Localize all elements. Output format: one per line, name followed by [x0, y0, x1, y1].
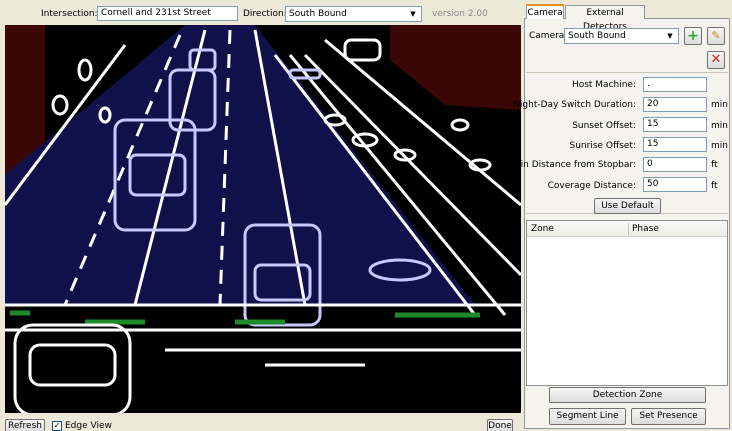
min-distance-unit: ft [711, 160, 718, 170]
column-divider [628, 223, 629, 235]
column-header-phase[interactable]: Phase [632, 223, 659, 235]
tab-external-detectors[interactable]: External Detectors [565, 5, 645, 32]
done-button[interactable]: Done [487, 419, 513, 431]
zone-phase-table[interactable]: Zone Phase [526, 220, 728, 386]
edit-camera-button[interactable]: ✎ [707, 27, 725, 45]
sunrise-offset-label: Sunrise Offset: [569, 141, 636, 151]
coverage-distance-input[interactable]: 50 [643, 177, 707, 192]
sunset-offset-unit: min [711, 121, 728, 131]
table-header: Zone Phase [527, 221, 727, 237]
camera-select-value: South Bound [568, 31, 626, 41]
edge-view-label: Edge View [65, 421, 112, 431]
checkbox-check-icon: ✓ [53, 421, 61, 430]
host-machine-label: Host Machine: [571, 80, 636, 90]
segment-line-button[interactable]: Segment Line [549, 408, 626, 425]
sunset-offset-input[interactable]: 15 [643, 117, 707, 132]
add-camera-button[interactable]: + [684, 27, 702, 45]
sunrise-offset-unit: min [711, 141, 728, 151]
camera-select[interactable]: South Bound ▼ [564, 28, 679, 44]
intersection-label: Intersection: [41, 9, 98, 19]
edge-view-image [5, 25, 521, 413]
set-presence-button[interactable]: Set Presence [631, 408, 706, 425]
camera-edge-view[interactable] [5, 25, 521, 413]
coverage-distance-label: Coverage Distance: [547, 181, 636, 191]
refresh-button[interactable]: Refresh [5, 419, 45, 431]
combo-arrow-icon: ▼ [667, 32, 673, 40]
combo-arrow-icon: ▼ [410, 10, 416, 18]
direction-label: Direction: [243, 9, 287, 19]
direction-select[interactable]: South Bound ▼ [285, 6, 422, 22]
min-distance-label: Min Distance from Stopbar: [512, 160, 636, 170]
version-label: version 2.00 [432, 9, 488, 19]
add-camera-icon: + [687, 28, 699, 44]
detection-zone-button[interactable]: Detection Zone [549, 387, 706, 403]
night-day-switch-unit: min [711, 100, 728, 110]
direction-select-value: South Bound [289, 9, 347, 19]
edge-view-checkbox[interactable]: ✓ [52, 421, 62, 431]
min-distance-input[interactable]: 0 [643, 157, 707, 172]
column-header-zone[interactable]: Zone [531, 223, 554, 235]
night-day-switch-label: Night-Day Switch Duration: [513, 100, 636, 110]
host-machine-input[interactable]: . [643, 77, 707, 92]
edit-camera-icon: ✎ [711, 29, 721, 42]
intersection-input[interactable]: Cornell and 231st Street [97, 6, 238, 21]
coverage-distance-unit: ft [711, 181, 718, 191]
use-default-button[interactable]: Use Default [594, 198, 661, 214]
camera-label: Camera: [529, 31, 568, 41]
tab-camera[interactable]: Camera [526, 4, 564, 19]
night-day-switch-input[interactable]: 20 [643, 97, 707, 112]
sunrise-offset-input[interactable]: 15 [643, 137, 707, 152]
delete-camera-button[interactable]: ✕ [707, 51, 725, 69]
delete-camera-icon: ✕ [710, 52, 722, 67]
sunset-offset-label: Sunset Offset: [572, 121, 636, 131]
